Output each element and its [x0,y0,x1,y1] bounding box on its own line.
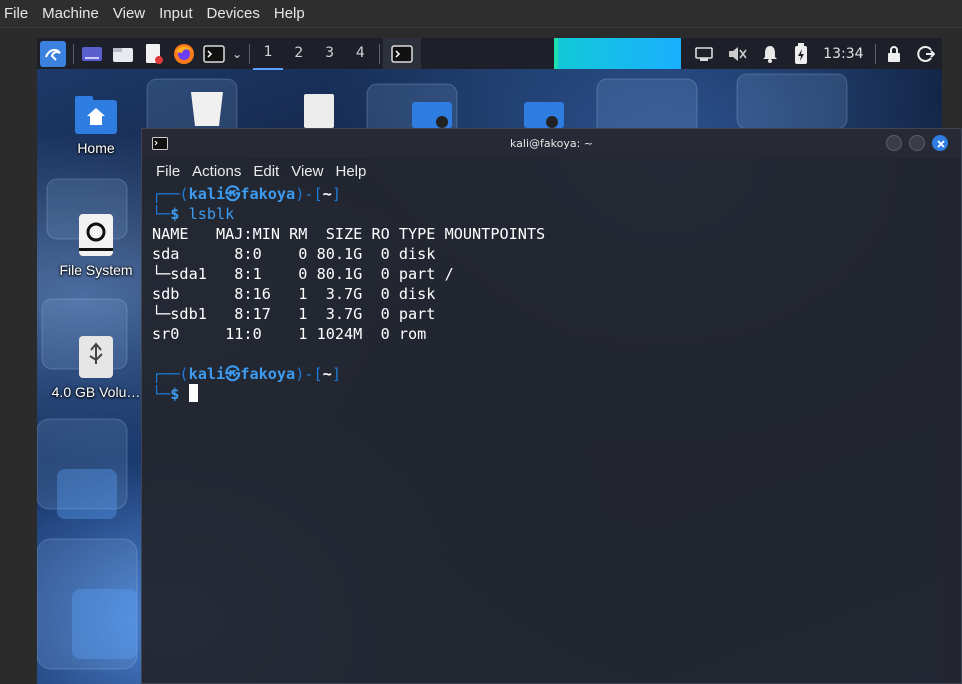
notification-bell-icon[interactable] [754,38,787,69]
usb-drive-icon [79,336,113,378]
maximize-button[interactable] [909,135,925,151]
locked-folder-icon[interactable] [410,98,454,128]
show-desktop-icon[interactable] [77,38,108,69]
panel-separator [72,43,74,64]
battery-icon[interactable] [786,38,815,69]
terminal-menubar: File Actions Edit View Help [142,158,961,184]
firefox-icon[interactable] [169,38,200,69]
host-menubar: File Machine View Input Devices Help [0,0,962,28]
mute-icon[interactable] [721,38,754,69]
home-folder-icon [75,96,117,134]
command-line: └─$ lsblk [152,205,235,223]
host-menu-view[interactable]: View [106,0,152,27]
terminal-output[interactable]: ┌──(kali㉿fakoya)-[~] └─$ lsblk NAME MAJ:… [142,184,961,404]
workspace-4[interactable]: 4 [345,38,376,69]
terminal-menu-view[interactable]: View [285,163,329,180]
prompt-cwd: ~ [322,185,332,203]
desktop-icon-label: File System [59,262,133,278]
terminal-titlebar[interactable]: kali@fakoya: ~ [142,129,961,158]
kali-menu-icon[interactable] [37,38,70,69]
chevron-down-icon[interactable]: ⌄ [228,38,245,69]
panel-separator [874,43,876,64]
lock-screen-icon[interactable] [879,38,910,69]
taskbar-terminal-window[interactable] [382,38,422,69]
terminal-menu-file[interactable]: File [150,163,186,180]
close-icon [937,140,945,148]
prompt-line: ┌──(kali㉿fakoya)-[~] [152,185,341,203]
terminal-menu-actions[interactable]: Actions [186,163,247,180]
desktop-icon-home[interactable]: Home [51,94,141,156]
cpu-graph [557,38,681,69]
trash-icon[interactable] [187,88,227,128]
command-text: lsblk [188,205,235,223]
output-line: NAME MAJ:MIN RM SIZE RO TYPE MOUNTPOINTS [152,225,546,243]
document-icon[interactable] [302,92,336,128]
host-menu-help[interactable]: Help [267,0,312,27]
terminal-launcher-icon[interactable] [200,38,229,69]
text-editor-icon[interactable] [138,38,169,69]
text-cursor [188,384,198,402]
file-manager-icon[interactable] [107,38,138,69]
network-icon[interactable] [686,38,721,69]
workspace-1[interactable]: 1 [252,38,284,70]
locked-folder-icon[interactable] [522,98,566,128]
output-line: └─sda1 8:1 0 80.1G 0 part / [152,265,454,283]
output-line: sr0 11:0 1 1024M 0 rom [152,325,427,343]
panel-separator [378,43,380,64]
desktop-icon-file-system[interactable]: File System [51,212,141,278]
terminal-window[interactable]: kali@fakoya: ~ File Actions Edit View He… [141,128,962,684]
desktop-icon-usb-volume[interactable]: 4.0 GB Volu… [51,334,141,400]
host-menu-machine[interactable]: Machine [35,0,106,27]
host-menu-input[interactable]: Input [152,0,199,27]
panel-separator [248,43,250,64]
prompt-cwd: ~ [322,365,332,383]
prompt-user: kali [188,365,226,383]
window-title: kali@fakoya: ~ [509,137,594,150]
output-line: sdb 8:16 1 3.7G 0 disk [152,285,436,303]
host-menu-file[interactable]: File [0,0,35,27]
workspace-2[interactable]: 2 [283,38,314,69]
prompt-line: ┌──(kali㉿fakoya)-[~] [152,365,341,383]
terminal-menu-edit[interactable]: Edit [247,163,285,180]
desktop-icon-label: Home [77,140,115,156]
output-line: └─sdb1 8:17 1 3.7G 0 part [152,305,436,323]
prompt-user: kali [188,185,226,203]
desktop-icon-label: 4.0 GB Volu… [51,384,141,400]
top-panel: ⌄ 1 2 3 4 13:34 [37,38,942,70]
close-button[interactable] [932,135,948,151]
host-menu-devices[interactable]: Devices [200,0,267,27]
clock[interactable]: 13:34 [815,46,871,62]
prompt-host: fakoya [240,365,296,383]
prompt-host: fakoya [240,185,296,203]
logout-icon[interactable] [909,38,942,69]
workspace-3[interactable]: 3 [314,38,345,69]
input-line[interactable]: └─$ [152,384,961,404]
drive-icon [79,214,113,256]
output-line: sda 8:0 0 80.1G 0 disk [152,245,436,263]
minimize-button[interactable] [886,135,902,151]
terminal-menu-help[interactable]: Help [329,163,372,180]
